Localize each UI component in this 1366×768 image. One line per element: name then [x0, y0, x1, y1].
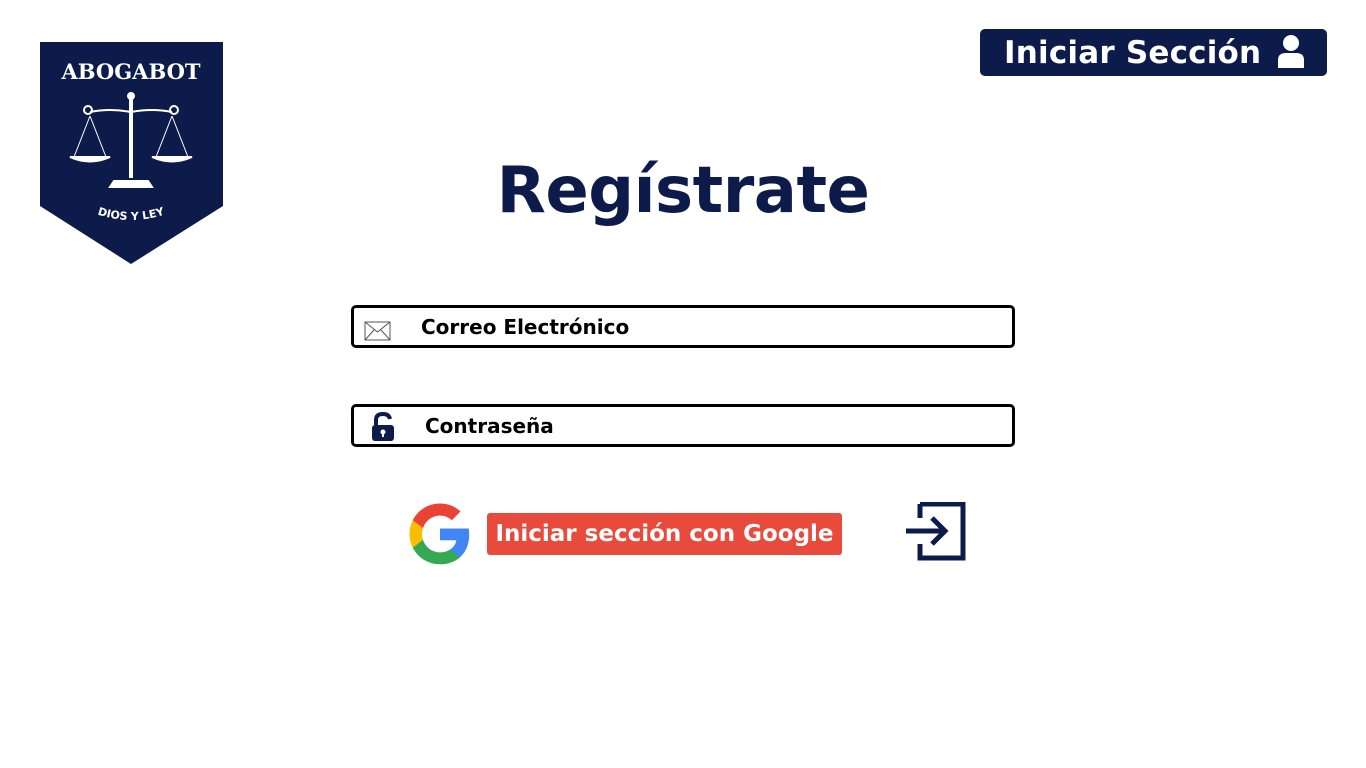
envelope-icon	[364, 321, 391, 341]
page-title: Regístrate	[496, 154, 870, 228]
login-button[interactable]: Iniciar Sección	[980, 29, 1327, 76]
logo-badge: ABOGABOT DIOS Y LEY	[40, 42, 223, 264]
email-field-container[interactable]	[351, 305, 1015, 348]
password-input[interactable]	[425, 407, 1000, 444]
user-icon	[1278, 35, 1304, 68]
unlocked-padlock-icon	[372, 412, 394, 441]
abogabot-logo: ABOGABOT DIOS Y LEY	[40, 42, 223, 264]
login-button-label: Iniciar Sección	[1004, 34, 1262, 71]
google-signin-button[interactable]: Iniciar sección con Google	[487, 513, 842, 555]
google-logo-icon[interactable]	[409, 503, 471, 565]
email-input[interactable]	[421, 308, 1001, 345]
password-field-container[interactable]	[351, 404, 1015, 447]
logo-name: ABOGABOT	[60, 59, 200, 84]
enter-arrow-icon[interactable]	[904, 502, 968, 562]
